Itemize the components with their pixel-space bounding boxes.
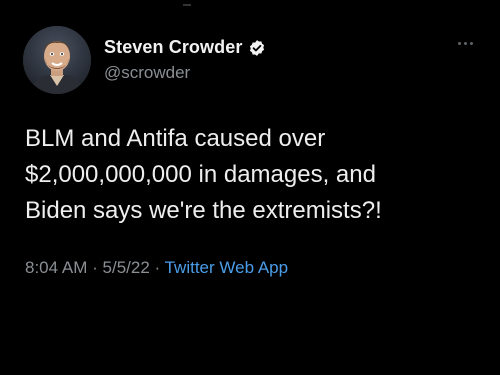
dot-icon [458,41,461,45]
tweet-time[interactable]: 8:04 AM [25,258,87,277]
divider [183,4,191,6]
meta-separator: · [92,258,98,277]
dot-icon [470,41,473,45]
tweet-text: BLM and Antifa caused over $2,000,000,00… [25,125,382,224]
author-name-row[interactable]: Steven Crowder [104,37,266,58]
avatar[interactable] [23,26,91,94]
dot-icon [464,41,467,45]
tweet-meta: 8:04 AM · 5/5/22 · Twitter Web App [25,258,288,278]
more-horizontal-icon[interactable] [458,38,480,48]
author-display-name[interactable]: Steven Crowder [104,37,242,58]
meta-separator: · [154,258,161,277]
verified-badge-icon [248,39,266,57]
author-handle[interactable]: @scrowder [104,63,190,83]
tweet-date[interactable]: 5/5/22 [103,258,150,277]
tweet-source-link[interactable]: Twitter Web App [165,258,288,277]
tweet-card: Steven Crowder @scrowder BLM and Antifa … [0,0,500,375]
profile-photo-icon [23,26,91,94]
